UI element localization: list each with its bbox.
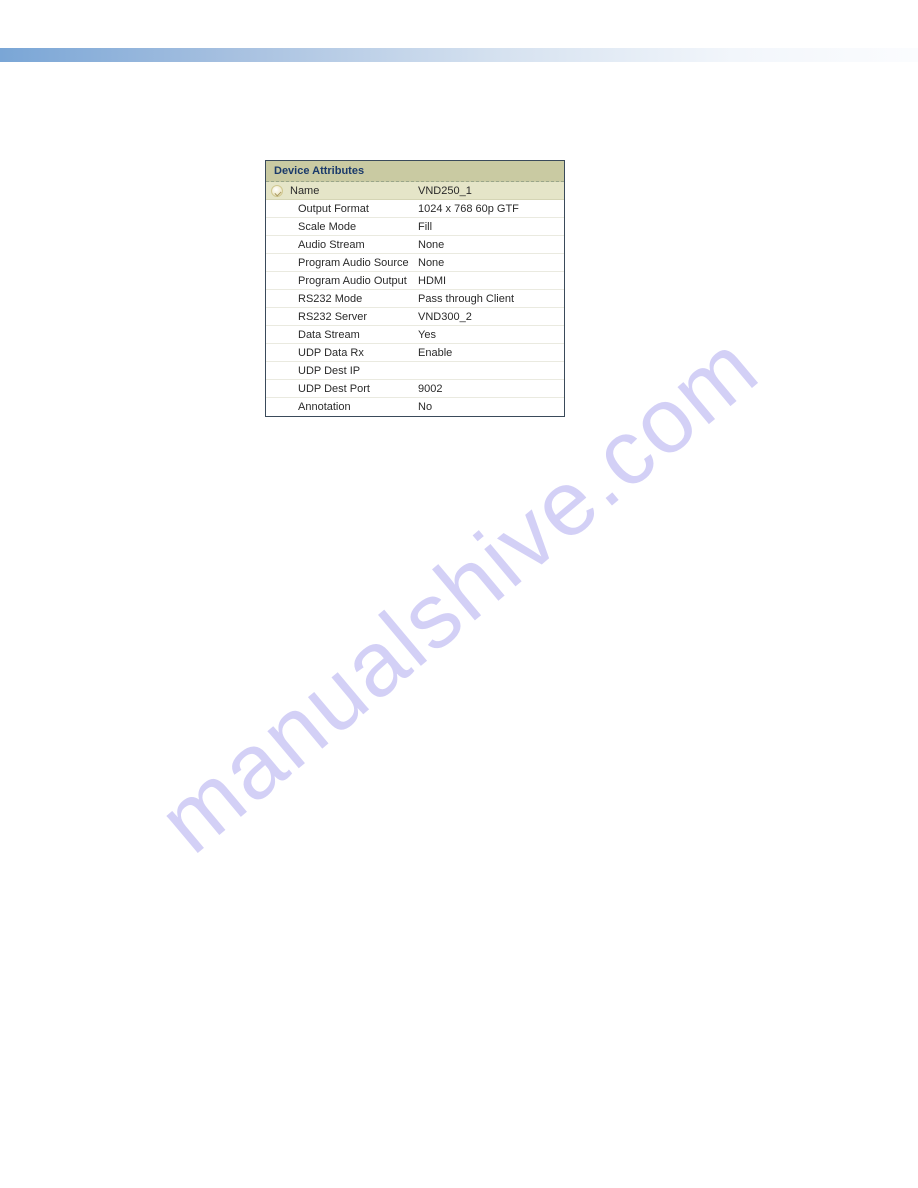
attr-label: Output Format bbox=[288, 203, 416, 215]
table-row: Data Stream Yes bbox=[266, 326, 564, 344]
attr-label: Scale Mode bbox=[288, 221, 416, 233]
attr-value: None bbox=[416, 239, 564, 251]
attr-value: 1024 x 768 60p GTF bbox=[416, 203, 564, 215]
attr-value: HDMI bbox=[416, 275, 564, 287]
table-row: UDP Dest IP bbox=[266, 362, 564, 380]
table-row: Program Audio Output HDMI bbox=[266, 272, 564, 290]
attr-value: 9002 bbox=[416, 383, 564, 395]
attr-value: VND300_2 bbox=[416, 311, 564, 323]
attr-label: RS232 Mode bbox=[288, 293, 416, 305]
attr-label: UDP Dest Port bbox=[288, 383, 416, 395]
check-circle-icon bbox=[271, 185, 283, 197]
table-row: UDP Data Rx Enable bbox=[266, 344, 564, 362]
attr-value: Enable bbox=[416, 347, 564, 359]
top-gradient-bar bbox=[0, 48, 918, 62]
table-row: Name VND250_1 bbox=[266, 182, 564, 200]
attr-value: No bbox=[416, 401, 564, 413]
panel-title: Device Attributes bbox=[266, 161, 564, 182]
attr-label: Program Audio Output bbox=[288, 275, 416, 287]
attr-label: Audio Stream bbox=[288, 239, 416, 251]
device-attributes-panel: Device Attributes Name VND250_1 Output F… bbox=[265, 160, 565, 417]
attr-label: UDP Data Rx bbox=[288, 347, 416, 359]
attr-value: Fill bbox=[416, 221, 564, 233]
table-row: RS232 Server VND300_2 bbox=[266, 308, 564, 326]
table-row: Scale Mode Fill bbox=[266, 218, 564, 236]
table-row: UDP Dest Port 9002 bbox=[266, 380, 564, 398]
attr-value: VND250_1 bbox=[416, 185, 564, 197]
table-row: Output Format 1024 x 768 60p GTF bbox=[266, 200, 564, 218]
attr-value: Yes bbox=[416, 329, 564, 341]
attr-label: Program Audio Source bbox=[288, 257, 416, 269]
table-row: RS232 Mode Pass through Client bbox=[266, 290, 564, 308]
attr-label: Annotation bbox=[288, 401, 416, 413]
attr-label: RS232 Server bbox=[288, 311, 416, 323]
attr-value: Pass through Client bbox=[416, 293, 564, 305]
table-row: Annotation No bbox=[266, 398, 564, 416]
row-icon-cell bbox=[266, 185, 288, 197]
attr-label: UDP Dest IP bbox=[288, 365, 416, 377]
table-row: Audio Stream None bbox=[266, 236, 564, 254]
attr-value: None bbox=[416, 257, 564, 269]
attr-label: Data Stream bbox=[288, 329, 416, 341]
attr-label: Name bbox=[288, 185, 416, 197]
table-row: Program Audio Source None bbox=[266, 254, 564, 272]
